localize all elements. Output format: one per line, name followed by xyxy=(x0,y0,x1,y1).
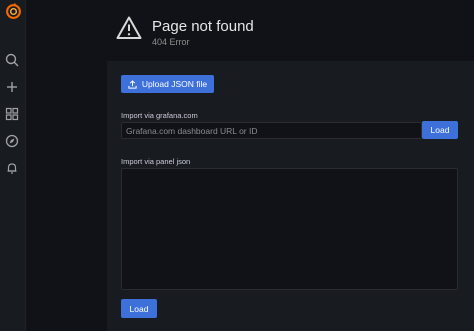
import-panel: Upload JSON file Import via grafana.com … xyxy=(107,61,474,331)
bell-icon[interactable] xyxy=(4,160,20,176)
warning-triangle-icon xyxy=(116,16,142,39)
page-subtitle: 404 Error xyxy=(152,37,190,47)
grafana-logo[interactable] xyxy=(5,3,22,20)
grafana-com-label: Import via grafana.com xyxy=(121,111,198,120)
panel-json-label: Import via panel json xyxy=(121,157,191,166)
grafana-com-input[interactable] xyxy=(121,122,422,139)
panel-json-load-button[interactable]: Load xyxy=(121,299,157,318)
search-icon[interactable] xyxy=(4,52,20,68)
dashboards-icon[interactable] xyxy=(4,106,20,122)
compass-icon[interactable] xyxy=(4,133,20,149)
grafana-com-load-button[interactable]: Load xyxy=(422,121,458,139)
upload-icon xyxy=(128,79,137,89)
page-title: Page not found xyxy=(152,18,254,35)
plus-icon[interactable] xyxy=(4,79,20,95)
panel-json-textarea[interactable] xyxy=(121,168,458,290)
upload-json-button[interactable]: Upload JSON file xyxy=(121,75,214,93)
sidebar xyxy=(0,0,26,331)
upload-json-label: Upload JSON file xyxy=(141,79,208,89)
